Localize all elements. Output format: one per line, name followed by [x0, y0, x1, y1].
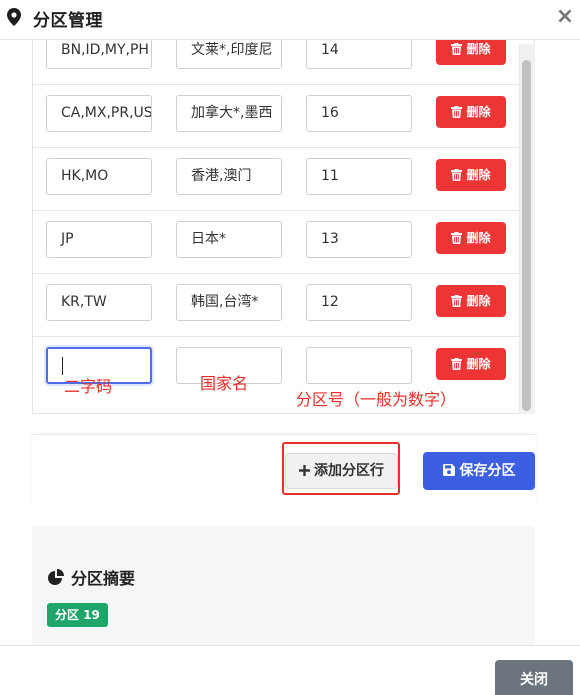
trash-icon — [451, 43, 463, 55]
save-label: 保存分区 — [459, 463, 516, 479]
trash-icon — [451, 106, 463, 118]
partition-table: BN,ID,MY,PH 文莱*,印度尼 14 删除 CA,MX,PR,US 加拿… — [32, 22, 535, 414]
country-code-input[interactable]: KR,TW — [46, 284, 152, 321]
trash-icon — [451, 232, 463, 244]
modal-footer — [0, 645, 580, 695]
country-name-input[interactable]: 日本* — [176, 221, 282, 258]
add-row-label: 添加分区行 — [314, 463, 384, 479]
trash-icon — [451, 169, 463, 181]
table-row: JP 日本* 13 删除 — [33, 211, 519, 274]
text-caret — [62, 357, 63, 375]
pie-chart-icon — [48, 569, 64, 585]
delete-row-button[interactable]: 删除 — [436, 285, 506, 317]
zone-number-input[interactable] — [306, 347, 412, 384]
delete-label: 删除 — [466, 357, 491, 371]
table-row: KR,TW 韩国,台湾* 12 删除 — [33, 274, 519, 337]
table-row: CA,MX,PR,US 加拿大*,墨西 16 删除 — [33, 85, 519, 148]
delete-row-button[interactable]: 删除 — [436, 348, 506, 380]
zone-number-input[interactable]: 16 — [306, 95, 412, 132]
delete-label: 删除 — [466, 294, 491, 308]
close-icon[interactable]: × — [555, 5, 575, 29]
trash-icon — [451, 295, 463, 307]
save-icon — [442, 464, 455, 476]
name-annotation: 国家名 — [200, 374, 249, 393]
zone-annotation: 分区号（一般为数字） — [296, 390, 457, 409]
delete-label: 删除 — [466, 42, 491, 56]
delete-row-button[interactable]: 删除 — [436, 96, 506, 128]
partition-modal: 分区管理 × BN,ID,MY,PH 文莱*,印度尼 14 删除 CA,MX,P… — [0, 0, 580, 695]
zone-number-input[interactable]: 11 — [306, 158, 412, 195]
save-partition-button[interactable]: 保存分区 — [423, 452, 535, 490]
delete-label: 删除 — [466, 168, 491, 182]
map-marker-icon — [7, 8, 21, 26]
delete-row-button[interactable]: 删除 — [436, 159, 506, 191]
delete-label: 删除 — [466, 231, 491, 245]
country-name-input[interactable]: 加拿大*,墨西 — [176, 95, 282, 132]
country-name-input[interactable]: 韩国,台湾* — [176, 284, 282, 321]
country-code-input[interactable]: CA,MX,PR,US — [46, 95, 152, 132]
modal-title: 分区管理 — [33, 11, 103, 31]
modal-header: 分区管理 × — [0, 0, 580, 40]
table-row: HK,MO 香港,澳门 11 删除 — [33, 148, 519, 211]
summary-title: 分区摘要 — [71, 569, 136, 588]
close-button[interactable]: 关闭 — [495, 660, 573, 695]
code-annotation: 二字码 — [64, 377, 113, 396]
table-scrollbar-thumb[interactable] — [522, 60, 531, 411]
trash-icon — [451, 358, 463, 370]
partition-count-badge: 分区 19 — [47, 603, 108, 627]
zone-number-input[interactable]: 12 — [306, 284, 412, 321]
plus-icon — [299, 465, 310, 476]
delete-label: 删除 — [466, 105, 491, 119]
add-row-button[interactable]: 添加分区行 — [285, 453, 398, 489]
summary-heading: 分区摘要 — [47, 565, 135, 589]
country-name-input[interactable]: 香港,澳门 — [176, 158, 282, 195]
country-code-input[interactable]: HK,MO — [46, 158, 152, 195]
delete-row-button[interactable]: 删除 — [436, 222, 506, 254]
zone-number-input[interactable]: 13 — [306, 221, 412, 258]
summary-card — [32, 526, 535, 661]
country-code-input[interactable]: JP — [46, 221, 152, 258]
